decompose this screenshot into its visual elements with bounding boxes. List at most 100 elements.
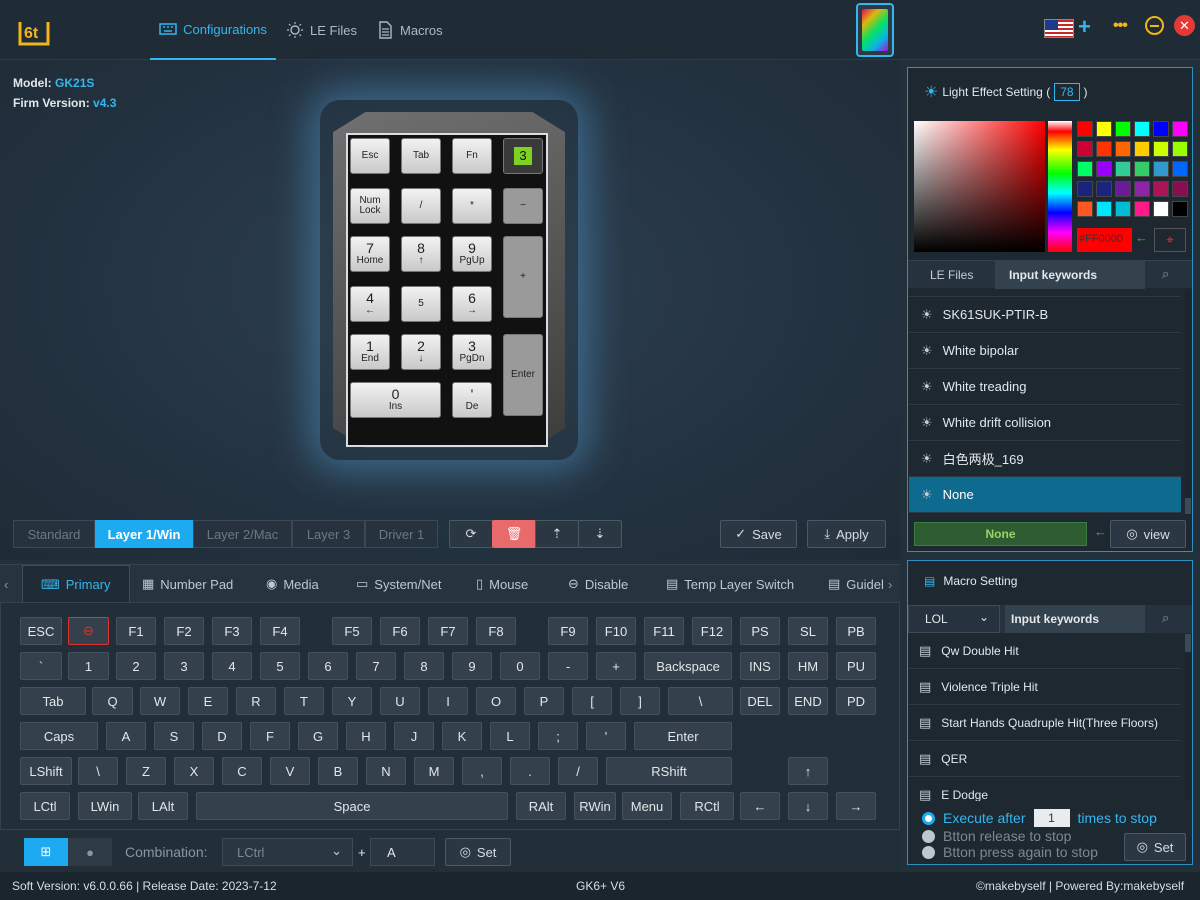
light-effect-item[interactable]: ☀ White bipolar <box>909 333 1181 369</box>
keyboard-key[interactable]: N <box>366 757 406 785</box>
macro-item[interactable]: ▤ Qw Double Hit <box>909 633 1181 669</box>
color-swatch[interactable] <box>1172 161 1188 177</box>
keyboard-key[interactable]: F1 <box>116 617 156 645</box>
keyboard-key[interactable]: F11 <box>644 617 684 645</box>
color-picker-area[interactable] <box>914 121 1045 252</box>
view-button[interactable]: ◎ view <box>1110 520 1186 548</box>
hex-input[interactable]: #FF0000 <box>1077 228 1132 252</box>
tab-system-net[interactable]: ▭ System/Net <box>356 565 441 603</box>
keyboard-key[interactable]: P <box>524 687 564 715</box>
keyboard-key[interactable]: PB <box>836 617 876 645</box>
keyboard-key[interactable]: H <box>346 722 386 750</box>
eyedropper-button[interactable]: ⌖ <box>1154 228 1186 252</box>
macro-set-button[interactable]: ◎ Set <box>1124 833 1186 861</box>
color-swatch[interactable] <box>1134 141 1150 157</box>
keyboard-key[interactable]: S <box>154 722 194 750</box>
keyboard-key[interactable]: A <box>106 722 146 750</box>
keyboard-key[interactable]: 1 <box>68 652 109 680</box>
color-swatch[interactable] <box>1077 141 1093 157</box>
numpad-key[interactable]: Num Lock <box>350 188 390 224</box>
color-swatch[interactable] <box>1077 201 1093 217</box>
keyboard-key[interactable]: ↑ <box>788 757 828 785</box>
search-icon[interactable]: ⌕ <box>1162 610 1169 626</box>
keyboard-key[interactable]: END <box>788 687 828 715</box>
keyboard-key[interactable]: 3 <box>164 652 204 680</box>
keyboard-key[interactable]: ` <box>20 652 62 680</box>
keyboard-key[interactable]: C <box>222 757 262 785</box>
numpad-key[interactable]: 9 PgUp <box>452 236 492 272</box>
keyboard-key[interactable]: B <box>318 757 358 785</box>
keyboard-key[interactable]: M <box>414 757 454 785</box>
tab-mouse[interactable]: ▯ Mouse <box>476 565 528 603</box>
keyboard-key[interactable]: T <box>284 687 324 715</box>
key-input[interactable]: A <box>370 838 435 866</box>
numpad-key[interactable]: 3 PgDn <box>452 334 492 370</box>
combination-set-button[interactable]: ◎ Set <box>445 838 511 866</box>
keyboard-key[interactable]: LCtl <box>20 792 70 820</box>
light-effect-item[interactable] <box>909 289 1181 297</box>
keyboard-key[interactable]: E <box>188 687 228 715</box>
numpad-key[interactable]: 8 ↑ <box>401 236 441 272</box>
keyboard-key[interactable]: Y <box>332 687 372 715</box>
upload-button[interactable]: ⇡ <box>535 520 579 548</box>
keyboard-key[interactable]: ↓ <box>788 792 828 820</box>
keyboard-key[interactable]: R <box>236 687 276 715</box>
keyboard-key[interactable]: \ <box>78 757 118 785</box>
keyboard-key[interactable]: RCtl <box>680 792 734 820</box>
keyboard-key[interactable]: G <box>298 722 338 750</box>
reset-button[interactable]: ⟳ <box>449 520 493 548</box>
color-swatch[interactable] <box>1096 161 1112 177</box>
keyboard-key[interactable]: 0 <box>500 652 540 680</box>
keyboard-key[interactable]: Enter <box>634 722 732 750</box>
keyboard-key[interactable]: LShift <box>20 757 72 785</box>
color-swatch[interactable] <box>1172 141 1188 157</box>
macro-list-scrollbar[interactable] <box>1185 634 1191 800</box>
layer-standard[interactable]: Standard <box>13 520 95 548</box>
keyboard-key[interactable]: 9 <box>452 652 492 680</box>
search-icon[interactable]: ⌕ <box>1162 266 1169 282</box>
combination-select[interactable]: LCtrl ⌄ <box>222 838 353 866</box>
keyboard-key[interactable]: 2 <box>116 652 156 680</box>
color-swatch[interactable] <box>1153 141 1169 157</box>
keyboard-key[interactable]: PD <box>836 687 876 715</box>
brightness-value[interactable]: 78 <box>1054 83 1080 101</box>
keyboard-key[interactable]: PS <box>740 617 780 645</box>
keyboard-key[interactable]: . <box>510 757 550 785</box>
keyboard-key[interactable]: RShift <box>606 757 732 785</box>
tab-primary[interactable]: ⌨ Primary <box>22 565 130 603</box>
keyboard-key[interactable]: L <box>490 722 530 750</box>
numpad-key[interactable]: 0 Ins <box>350 382 441 418</box>
keyboard-key[interactable]: F4 <box>260 617 300 645</box>
tab-media[interactable]: ◉ Media <box>266 565 319 603</box>
keyboard-key[interactable]: W <box>140 687 180 715</box>
keyboard-key[interactable]: DEL <box>740 687 780 715</box>
numpad-key[interactable]: 4 ← <box>350 286 390 322</box>
tab-temp-layer-switch[interactable]: ▤ Temp Layer Switch <box>666 565 794 603</box>
keyboard-key[interactable]: HM <box>788 652 828 680</box>
numpad-key[interactable]: ' De <box>452 382 492 418</box>
keyboard-key[interactable]: / <box>558 757 598 785</box>
keyboard-key[interactable]: ⊖ <box>68 617 109 645</box>
numpad-key[interactable]: 3 <box>503 138 543 174</box>
light-list-scrollbar[interactable] <box>1185 290 1191 516</box>
keyboard-key[interactable]: F8 <box>476 617 516 645</box>
color-swatch[interactable] <box>1096 181 1112 197</box>
keyboard-key[interactable]: Z <box>126 757 166 785</box>
add-language-button[interactable]: + <box>1078 14 1091 40</box>
keyboard-key[interactable]: V <box>270 757 310 785</box>
color-swatch[interactable] <box>1153 181 1169 197</box>
device-thumbnail[interactable] <box>856 3 894 57</box>
keyboard-key[interactable]: RAlt <box>516 792 566 820</box>
keyboard-key[interactable]: F2 <box>164 617 204 645</box>
keyboard-key[interactable]: 5 <box>260 652 300 680</box>
color-swatch[interactable] <box>1115 201 1131 217</box>
keyboard-key[interactable]: RWin <box>574 792 616 820</box>
nav-le-files[interactable]: LE Files <box>286 0 357 60</box>
keyboard-key[interactable]: Tab <box>20 687 86 715</box>
color-swatch[interactable] <box>1077 161 1093 177</box>
numpad-key[interactable]: Fn <box>452 138 492 174</box>
download-button[interactable]: ⇣ <box>578 520 622 548</box>
numpad-key[interactable]: 2 ↓ <box>401 334 441 370</box>
light-effect-item[interactable]: ☀ White treading <box>909 369 1181 405</box>
color-swatch[interactable] <box>1077 121 1093 137</box>
